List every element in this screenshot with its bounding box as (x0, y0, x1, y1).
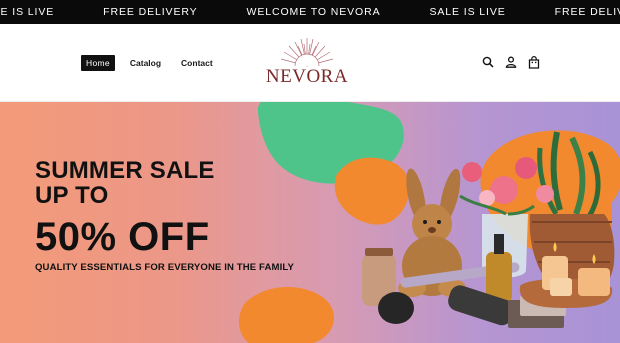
hero-title-line2: UP TO (35, 182, 109, 209)
cart-icon[interactable] (527, 55, 541, 69)
hero-banner[interactable]: SUMMER SALE UP TO 50% OFF QUALITY ESSENT… (0, 102, 620, 343)
site-header: Home Catalog Contact NEVORA (0, 24, 620, 102)
announcement-item: WELCOME TO NEVORA (246, 6, 381, 18)
hero-discount: 50% OFF (35, 215, 210, 259)
orange-blob-shape (334, 157, 410, 225)
announcement-item: SALE IS LIVE (0, 6, 55, 18)
announcement-bar: SALE IS LIVE FREE DELIVERY WELCOME TO NE… (0, 0, 620, 24)
hero-copy: SUMMER SALE UP TO 50% OFF QUALITY ESSENT… (35, 157, 294, 274)
search-icon[interactable] (481, 55, 495, 69)
hero-subtitle: QUALITY ESSENTIALS FOR EVERYONE IN THE F… (35, 262, 294, 273)
main-nav: Home Catalog Contact (81, 55, 218, 71)
announcement-item: FREE DELIVERY (554, 6, 620, 18)
nav-home-link[interactable]: Home (81, 55, 115, 71)
hero-title-line1: SUMMER SALE (35, 157, 215, 184)
brand-logo[interactable]: NEVORA (262, 36, 352, 94)
account-icon[interactable] (504, 55, 518, 69)
announcement-track: SALE IS LIVE FREE DELIVERY WELCOME TO NE… (0, 0, 620, 24)
header-actions (481, 55, 541, 69)
nav-contact-link[interactable]: Contact (176, 55, 218, 71)
announcement-item: SALE IS LIVE (429, 6, 506, 18)
announcement-item: FREE DELIVERY (103, 6, 198, 18)
sunburst-logo-icon (280, 38, 334, 67)
orange-blob-bottom-shape (239, 287, 334, 343)
nav-catalog-link[interactable]: Catalog (125, 55, 166, 71)
brand-name: NEVORA (265, 66, 349, 87)
